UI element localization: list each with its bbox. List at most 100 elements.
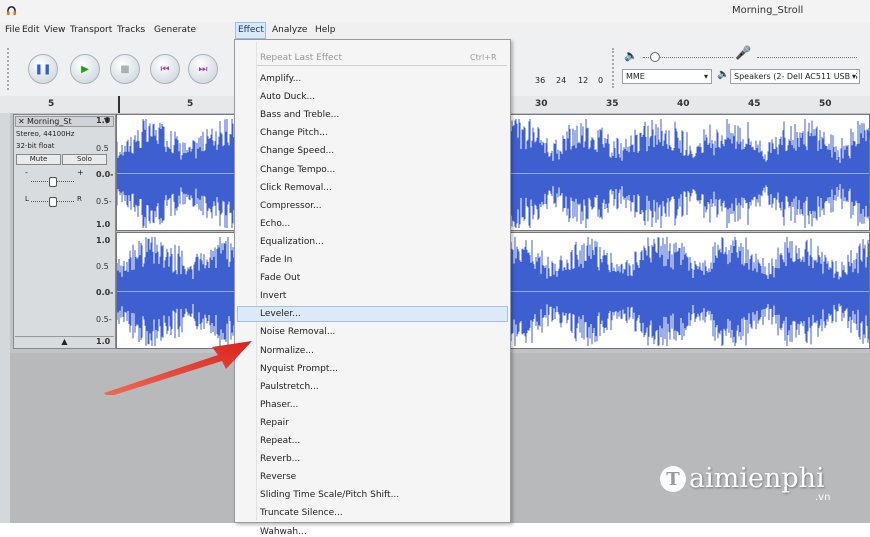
ruler-tick: 45 [748,99,761,109]
scale-label: 1.0 [96,236,111,245]
menu-item-change-tempo[interactable]: Change Tempo... [260,165,335,175]
scale-label: 1.0 [96,116,111,125]
stop-button[interactable]: ■ [110,54,140,84]
menu-item-paulstretch[interactable]: Paulstretch... [260,382,319,392]
menu-shortcut-label: Ctrl+R [470,53,497,62]
menu-view[interactable]: View [44,25,65,35]
mute-button[interactable]: Mute [16,154,61,165]
audio-host-select[interactable]: MME ▾ [622,69,712,84]
menu-item-compressor[interactable]: Compressor... [260,201,322,211]
menu-item-reverb[interactable]: Reverb... [260,454,300,464]
meter-tick-0: 0 [598,76,604,85]
ruler-tick: 5 [187,99,194,109]
microphone-icon: 🎤 [735,46,752,61]
effect-menu: Repeat Last Effect Ctrl+R Amplify... Auto… [234,39,511,537]
menu-icon-gutter [256,42,257,520]
menu-item-equalization[interactable]: Equalization... [260,237,324,247]
toolbar-grip[interactable] [7,48,12,90]
menu-item-click-removal[interactable]: Click Removal... [260,183,332,193]
recording-volume-slider[interactable] [757,57,857,59]
meter-tick-24: 24 [556,76,567,85]
skip-to-start-icon: ⏮ [160,63,170,75]
skip-to-end-button[interactable]: ⏭ [188,54,218,84]
meter-tick-12: 12 [578,76,589,85]
scale-label: 0.0- [96,170,114,179]
menu-generate[interactable]: Generate [154,25,196,35]
pan-slider-thumb[interactable] [49,197,57,207]
play-head-marker[interactable] [118,96,120,113]
toolbar-grip-meter[interactable] [612,48,616,88]
menu-item-repeat-last-effect: Repeat Last Effect [260,53,343,63]
ruler-tick: 50 [819,99,832,109]
menu-effect[interactable]: Effect [238,25,264,35]
playback-volume-thumb[interactable] [650,52,660,62]
ruler-tick: 5 [48,99,55,109]
ruler-tick: 40 [677,99,690,109]
output-device-select[interactable]: Speakers (2- Dell AC511 USB S ▾ [730,69,860,84]
menu-item-reverse[interactable]: Reverse [260,472,296,482]
scale-label: 1.0 [96,220,111,229]
menu-item-sliding-time-scale-pitch-shift[interactable]: Sliding Time Scale/Pitch Shift... [260,490,399,500]
pause-button[interactable]: ❚❚ [28,54,58,84]
play-icon: ▶ [81,63,89,75]
audacity-app-icon [6,6,17,16]
menu-edit[interactable]: Edit [22,25,39,35]
watermark-logo-icon: T [660,466,686,492]
play-button[interactable]: ▶ [70,54,100,84]
pan-right-label: R [77,195,82,203]
menu-item-echo[interactable]: Echo... [260,219,290,229]
menu-item-fade-out[interactable]: Fade Out [260,273,300,283]
left-margin [0,113,10,523]
menu-transport[interactable]: Transport [70,25,112,35]
speaker-icon: 🔈 [717,69,730,80]
menu-item-nyquist-prompt[interactable]: Nyquist Prompt... [260,364,338,374]
stop-icon: ■ [120,63,130,75]
menu-item-normalize[interactable]: Normalize... [260,346,314,356]
gain-slider-thumb[interactable] [49,177,57,187]
scale-label: 0.5 [96,262,109,271]
solo-button[interactable]: Solo [62,154,107,165]
close-track-icon[interactable]: ✕ [18,117,25,126]
menu-help[interactable]: Help [315,25,336,35]
chevron-down-icon: ▾ [703,72,708,81]
speaker-volume-icon: 🔈 [624,49,638,62]
audio-host-value: MME [626,72,645,81]
watermark-domain: .vn [815,492,831,503]
menu-item-amplify[interactable]: Amplify... [260,74,301,84]
track-rate-info: Stereo, 44100Hz [16,130,75,138]
red-arrow-annotation [104,341,252,395]
menu-item-invert[interactable]: Invert [260,291,286,301]
menu-item-repair[interactable]: Repair [260,418,289,428]
menu-item-truncate-silence[interactable]: Truncate Silence... [260,508,343,518]
menu-file[interactable]: File [5,25,20,35]
scale-label: 0.0- [96,288,114,297]
menu-item-repeat[interactable]: Repeat... [260,436,300,446]
chevron-down-icon: ▾ [851,72,856,81]
scale-label: 0.5- [96,315,112,324]
pause-icon: ❚❚ [34,63,52,75]
menu-item-change-speed[interactable]: Change Speed... [260,146,334,156]
pan-left-label: L [25,195,29,203]
menu-item-phaser[interactable]: Phaser... [260,400,298,410]
menu-item-change-pitch[interactable]: Change Pitch... [260,128,328,138]
skip-to-end-icon: ⏭ [198,63,208,75]
scale-label: 0.5- [96,197,112,206]
menu-item-auto-duck[interactable]: Auto Duck... [260,92,315,102]
menu-item-fade-in[interactable]: Fade In [260,255,292,265]
watermark-text: aimienphi [689,463,825,494]
window-title: Morning_Stroll [732,5,804,16]
menu-tracks[interactable]: Tracks [117,25,145,35]
menu-item-leveler[interactable]: Leveler... [260,309,301,319]
menu-item-noise-removal[interactable]: Noise Removal... [260,327,335,337]
ruler-tick: 35 [606,99,619,109]
meter-tick-36: 36 [535,76,546,85]
menu-item-bass-and-treble[interactable]: Bass and Treble... [260,110,339,120]
gain-minus-label: - [25,168,28,177]
track-format-info: 32-bit float [16,142,55,150]
output-device-value: Speakers (2- Dell AC511 USB S [734,72,858,81]
scale-label: 0.5 [96,144,109,153]
menu-analyze[interactable]: Analyze [272,25,307,35]
menu-separator [257,65,507,66]
skip-to-start-button[interactable]: ⏮ [150,54,180,84]
menu-item-wahwah[interactable]: Wahwah... [260,527,307,537]
